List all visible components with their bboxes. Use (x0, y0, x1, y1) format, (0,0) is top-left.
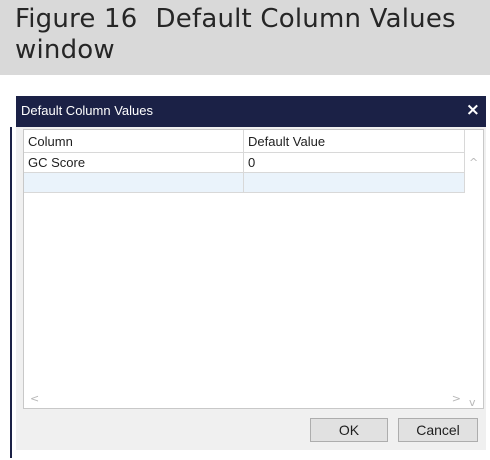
scroll-left-icon[interactable]: < (30, 392, 39, 405)
ok-button[interactable]: OK (310, 418, 388, 442)
cell-column[interactable] (24, 173, 244, 192)
column-header-default-value[interactable]: Default Value (244, 130, 465, 152)
grid-header-row: Column Default Value (24, 130, 465, 153)
cell-default-value[interactable] (244, 173, 465, 192)
scroll-right-icon[interactable]: > (452, 392, 461, 405)
new-row[interactable] (24, 173, 465, 193)
scroll-up-icon[interactable]: ^ (469, 156, 478, 169)
close-icon[interactable]: × (466, 100, 480, 120)
vertical-scrollbar[interactable]: ^ v (465, 153, 483, 408)
default-column-values-window: Default Column Values × Column Default V… (10, 96, 486, 458)
cell-column[interactable]: GC Score (24, 153, 244, 172)
cell-default-value[interactable]: 0 (244, 153, 465, 172)
title-bar[interactable]: Default Column Values × (16, 96, 486, 127)
default-values-grid[interactable]: Column Default Value GC Score 0 ^ v < > (23, 129, 484, 409)
cancel-button[interactable]: Cancel (398, 418, 478, 442)
table-row[interactable]: GC Score 0 (24, 153, 465, 173)
window-left-border (10, 127, 12, 458)
figure-number: Figure 16 (15, 4, 138, 34)
column-header-column[interactable]: Column (24, 130, 244, 152)
figure-caption-text: Figure 16 Default Column Values window (15, 4, 485, 66)
figure-caption: Figure 16 Default Column Values window (0, 0, 490, 75)
window-title: Default Column Values (21, 103, 153, 118)
horizontal-scrollbar[interactable]: < > (24, 390, 465, 408)
scroll-down-icon[interactable]: v (469, 396, 476, 408)
